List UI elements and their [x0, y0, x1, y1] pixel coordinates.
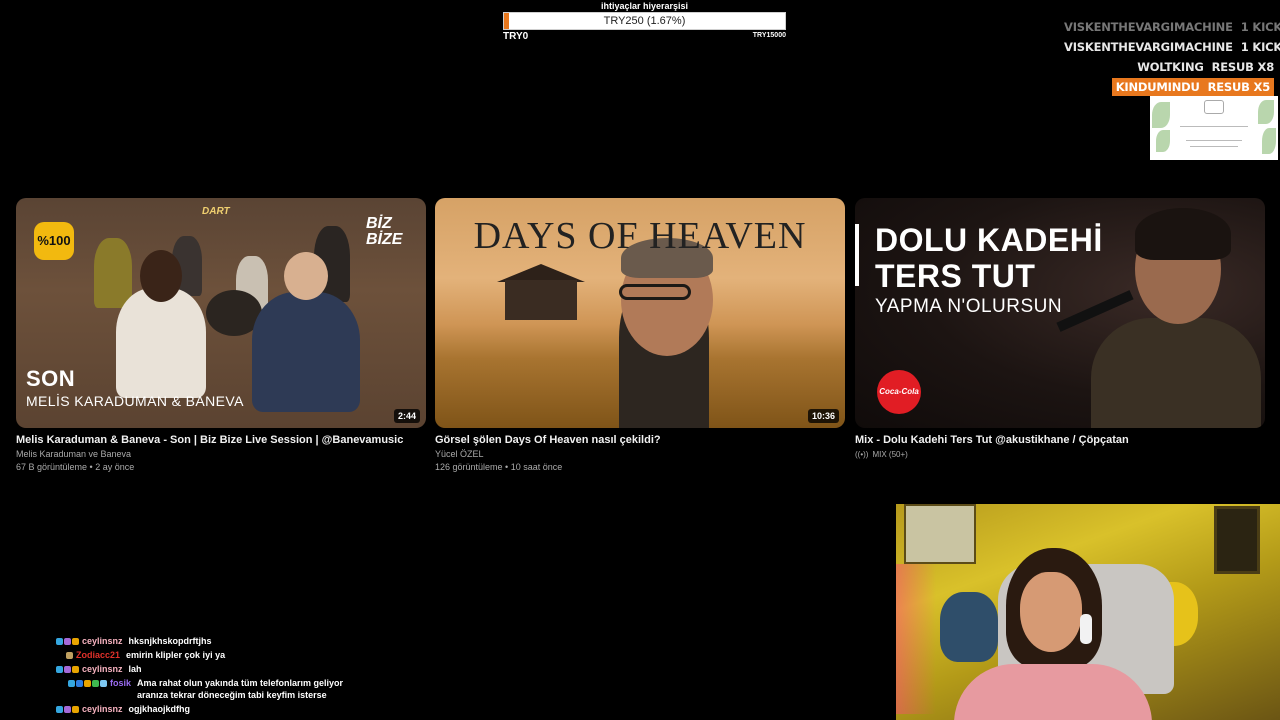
- video-channel[interactable]: Melis Karaduman ve Baneva: [16, 449, 426, 459]
- chat-badge-icon: [92, 679, 99, 687]
- event-action: 1 KICKS: [1240, 20, 1280, 34]
- event-user: WOLTKING: [1137, 60, 1204, 74]
- thumb-title-line1: DOLU KADEHİ: [875, 222, 1103, 258]
- goal-progress-text: TRY250 (1.67%): [603, 15, 686, 27]
- video-channel[interactable]: Yücel ÖZEL: [435, 449, 845, 459]
- video-thumbnail[interactable]: DOLU KADEHİ TERS TUT YAPMA N'OLURSUN Coc…: [855, 198, 1265, 428]
- chat-message: Zodiacc21 emirin klipler çok iyi ya: [56, 649, 376, 661]
- coca-cola-logo: Coca-Cola: [877, 370, 921, 414]
- chat-badge-icon: [72, 637, 79, 645]
- chat-badge-icon: [72, 665, 79, 673]
- event-item: KINDUMINDU RESUB X5: [1064, 77, 1274, 97]
- farmhouse-image: [505, 280, 577, 320]
- video-meta: 67 B görüntüleme • 2 ay önce: [16, 462, 135, 472]
- chat-message: ceylinsnz lah: [56, 663, 376, 675]
- donation-goal-bar: ihtiyaçlar hiyerarşisi TRY250 (1.67%) TR…: [503, 0, 786, 44]
- chat-message: fosik Ama rahat olun yakında tüm telefon…: [56, 677, 376, 701]
- chat-badge-icon: [100, 679, 107, 687]
- chat-text: emirin klipler çok iyi ya: [126, 650, 226, 660]
- mix-label: MIX (50+): [872, 450, 908, 459]
- video-meta: 126 görüntüleme • 10 saat önce: [435, 462, 563, 472]
- chat-username: ceylinsnz: [82, 704, 123, 714]
- video-duration: 10:36: [807, 409, 839, 423]
- thumb-subtitle: YAPMA N'OLURSUN: [875, 296, 1063, 317]
- goal-title: ihtiyaçlar hiyerarşisi: [600, 1, 689, 11]
- chat-badge-icon: [84, 679, 91, 687]
- chat-username: Zodiacc21: [76, 650, 121, 660]
- event-user: VISKENTHEVARGIMACHINE: [1064, 40, 1233, 54]
- thumb-title: DAYS OF HEAVEN: [473, 215, 807, 257]
- brand-logo: %100: [34, 222, 74, 260]
- video-card[interactable]: DAYS OF HEAVEN 10:36 Görsel şölen Days O…: [435, 198, 845, 472]
- video-thumbnail[interactable]: %100 DART BİZ BİZE SON MELİS KARADUMAN &…: [16, 198, 426, 428]
- chat-text: ogjkhaojkdfhg: [128, 704, 191, 714]
- card-logo: [1204, 100, 1224, 114]
- chat-badge-icon: [64, 665, 71, 673]
- event-feed: VISKENTHEVARGIMACHINE 1 KICKS VISKENTHEVA…: [1064, 17, 1280, 97]
- mix-info: ((•)) MIX (50+): [855, 450, 1265, 459]
- video-duration: 2:44: [393, 409, 420, 423]
- chat-badge-icon: [68, 679, 75, 687]
- chat-badge-icon: [56, 665, 63, 673]
- chat-badges: [66, 649, 73, 661]
- chat-badge-icon: [56, 705, 63, 713]
- video-title[interactable]: Mix - Dolu Kadehi Ters Tut @akustikhane …: [855, 434, 1265, 446]
- event-action: RESUB X8: [1211, 60, 1275, 74]
- thumb-title: SON: [26, 366, 76, 391]
- chat-username: fosik: [110, 678, 132, 688]
- chat-badge-icon: [66, 651, 73, 659]
- video-title[interactable]: Melis Karaduman & Baneva - Son | Biz Biz…: [16, 434, 426, 446]
- video-card[interactable]: %100 DART BİZ BİZE SON MELİS KARADUMAN &…: [16, 198, 426, 472]
- chat-message: ceylinsnz ogjkhaojkdfhg: [56, 703, 376, 715]
- streamer-body: [954, 664, 1152, 720]
- event-user: KINDUMINDU: [1115, 80, 1200, 94]
- video-thumbnail[interactable]: DAYS OF HEAVEN 10:36: [435, 198, 845, 428]
- chat-text: Ama rahat olun yakında tüm telefonlarım …: [137, 678, 344, 700]
- goal-max-label: TRY15000: [752, 32, 786, 39]
- event-user: VISKENTHEVARGIMACHINE: [1064, 20, 1233, 34]
- chat-badges: [56, 635, 79, 647]
- chat-overlay: ceylinsnz hksnjkhskopdrftjhs Zodiacc21 e…: [56, 635, 376, 717]
- goal-min-label: TRY0: [503, 31, 529, 42]
- event-item: WOLTKING RESUB X8: [1064, 57, 1274, 77]
- wall-shelf: [904, 504, 976, 564]
- sponsor-card-image: [1150, 96, 1278, 160]
- event-action: 1 KICKS: [1240, 40, 1280, 54]
- chat-badges: [56, 663, 79, 675]
- wall-picture-frame: [1214, 506, 1260, 574]
- thumb-title-line2: TERS TUT: [875, 258, 1036, 294]
- chat-badges: [56, 703, 79, 715]
- streamer-face: [1020, 572, 1082, 652]
- video-card[interactable]: DOLU KADEHİ TERS TUT YAPMA N'OLURSUN Coc…: [855, 198, 1265, 459]
- event-item: VISKENTHEVARGIMACHINE 1 KICKS: [1064, 37, 1280, 57]
- thumb-brand-small: DART: [202, 206, 230, 217]
- thumb-brand: BİZ BİZE: [366, 215, 403, 248]
- chat-badge-icon: [64, 705, 71, 713]
- video-title[interactable]: Görsel şölen Days Of Heaven nasıl çekild…: [435, 434, 845, 446]
- chat-badge-icon: [72, 705, 79, 713]
- event-action: RESUB X5: [1207, 80, 1271, 94]
- chat-username: ceylinsnz: [82, 664, 123, 674]
- plush-toy: [940, 592, 998, 662]
- chat-badges: [68, 677, 107, 689]
- chat-text: lah: [128, 664, 142, 674]
- chat-text: hksnjkhskopdrftjhs: [128, 636, 212, 646]
- chat-message: ceylinsnz hksnjkhskopdrftjhs: [56, 635, 376, 647]
- chat-badge-icon: [64, 637, 71, 645]
- chat-badge-icon: [56, 637, 63, 645]
- mix-icon: ((•)): [855, 450, 869, 459]
- event-item: VISKENTHEVARGIMACHINE 1 KICKS: [1064, 17, 1280, 37]
- chat-username: ceylinsnz: [82, 636, 123, 646]
- webcam-feed: [896, 504, 1280, 720]
- chat-badge-icon: [76, 679, 83, 687]
- goal-progress-track: TRY250 (1.67%): [503, 12, 786, 30]
- thumb-subtitle: MELİS KARADUMAN & BANEVA: [26, 393, 244, 409]
